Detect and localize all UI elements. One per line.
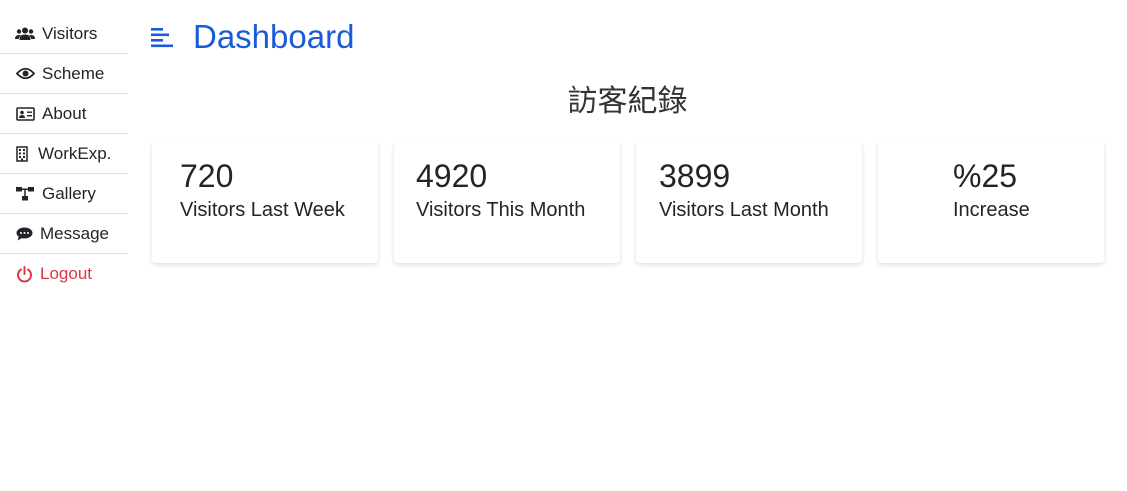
sidebar-item-about[interactable]: About (0, 94, 128, 134)
comment-icon (15, 226, 33, 242)
page-title: Dashboard (193, 18, 355, 55)
sidebar-item-workexp[interactable]: WorkExp. (0, 134, 128, 174)
sidebar-item-visitors[interactable]: Visitors (0, 14, 128, 54)
stat-label: Visitors Last Week (180, 199, 345, 221)
sidebar-item-label: Logout (40, 264, 92, 283)
building-icon (15, 145, 29, 162)
sidebar-item-label: Message (40, 223, 109, 243)
stat-label: Increase (953, 199, 1030, 221)
sidebar-item-label: Visitors (42, 23, 98, 43)
sidebar: Visitors Scheme About WorkExp. Gallery M… (0, 14, 128, 294)
stat-label: Visitors Last Month (659, 199, 829, 221)
sidebar-item-logout[interactable]: Logout (0, 254, 128, 294)
sidebar-item-message[interactable]: Message (0, 214, 128, 254)
sidebar-item-scheme[interactable]: Scheme (0, 54, 128, 94)
sidebar-item-label: About (42, 103, 87, 123)
header: Dashboard (150, 18, 354, 56)
stat-label: Visitors This Month (416, 199, 586, 221)
stat-value: %25 (953, 158, 1018, 194)
stat-card-visitors-last-month: 3899 Visitors Last Month (636, 141, 862, 263)
stat-card-visitors-this-month: 4920 Visitors This Month (394, 141, 620, 263)
sidebar-item-label: Scheme (42, 63, 105, 83)
users-icon (15, 26, 35, 42)
stat-card-increase: %25 Increase (878, 141, 1104, 263)
stat-card-visitors-last-week: 720 Visitors Last Week (152, 141, 378, 263)
eye-icon (15, 66, 35, 82)
sidebar-item-label: Gallery (42, 183, 96, 203)
stat-value: 720 (180, 158, 234, 194)
sitemap-icon (15, 186, 35, 202)
section-subtitle: 訪客紀錄 (567, 84, 688, 119)
stats-cards: 720 Visitors Last Week 4920 Visitors Thi… (152, 141, 1104, 263)
align-left-icon[interactable] (150, 26, 174, 48)
stat-value: 4920 (416, 158, 488, 194)
stat-value: 3899 (659, 158, 731, 194)
sidebar-item-gallery[interactable]: Gallery (0, 174, 128, 214)
power-icon (15, 265, 33, 282)
id-card-icon (15, 106, 35, 122)
sidebar-item-label: WorkExp. (38, 143, 112, 163)
